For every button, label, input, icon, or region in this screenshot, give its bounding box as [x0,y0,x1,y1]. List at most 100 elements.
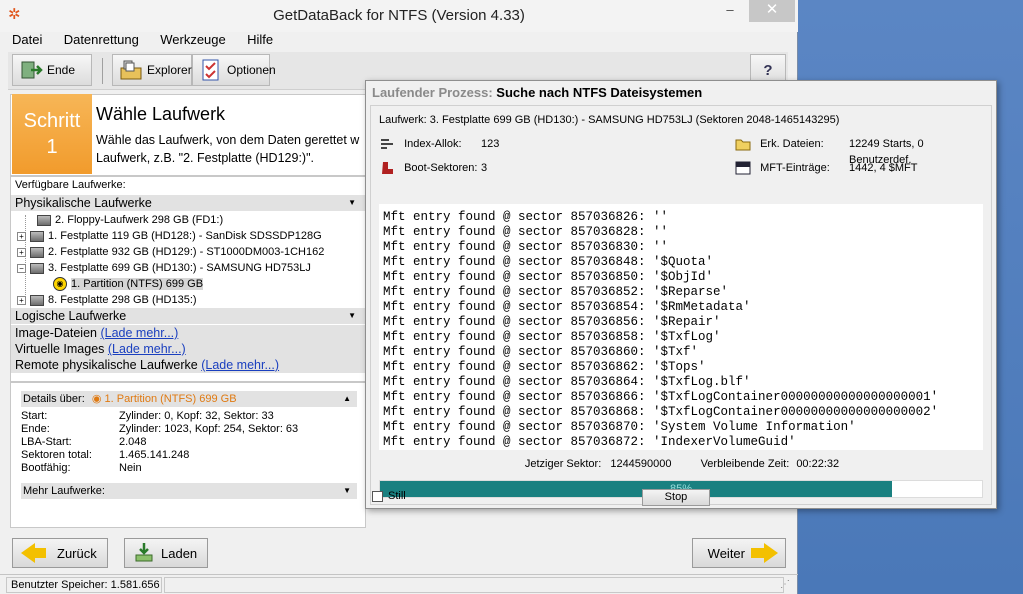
stat-mft-entries: MFT-Einträge: 1442, 4 $MFT [735,160,985,176]
load-label: Laden [161,545,198,561]
remaining-time-label: Verbleibende Zeit: [700,458,790,470]
step-number: 1 [46,136,58,158]
arrow-right-icon [751,543,778,563]
file-icon [735,161,751,175]
download-icon [133,541,155,566]
remote-drives-load-more-link[interactable]: (Lade mehr...) [201,358,279,372]
stat-found-files: Erk. Dateien: 12249 Starts, 0 Benutzerde… [735,136,985,166]
log-line: Mft entry found @ sector 857036848: '$Qu… [383,255,714,269]
expand-icon[interactable]: + [17,247,26,257]
resize-grip-icon[interactable]: ⋰ [780,579,790,590]
menu-hilfe[interactable]: Hilfe [243,32,273,47]
explorer-button[interactable]: Explorer [112,54,192,86]
arrow-left-icon [21,543,46,563]
physical-drives-header[interactable]: Physikalische Laufwerke ▼ [11,195,366,211]
step-desc-line2: Laufwerk, z.B. "2. Festplatte (HD129:)". [96,151,314,165]
exit-icon [19,58,43,82]
details-header-value: 1. Partition (NTFS) 699 GB [104,393,237,405]
memory-status: Benutzter Speicher: 1.581.656 [6,577,162,593]
tree-item-hd128[interactable]: +1. Festplatte 119 GB (HD128:) - SanDisk… [17,228,322,244]
still-label: Still [388,490,406,502]
remote-drives-label: Remote physikalische Laufwerke [15,358,198,372]
index-allok-value: 123 [481,138,500,150]
tree-item-hd130[interactable]: −3. Festplatte 699 GB (HD130:) - SAMSUNG… [17,260,311,276]
checkbox-icon[interactable] [372,490,383,502]
image-files-load-more-link[interactable]: (Lade mehr...) [100,326,178,340]
log-line: Mft entry found @ sector 857036864: '$Tx… [383,375,751,389]
image-files-row: Image-Dateien (Lade mehr...) [11,325,366,341]
details-row-sectors: Sektoren total: 1.465.141.248 [21,449,190,461]
exit-label: Ende [47,63,76,77]
log-line: Mft entry found @ sector 857036862: '$To… [383,360,706,374]
menu-datenrettung[interactable]: Datenrettung [60,32,139,47]
process-title-value: Suche nach NTFS Dateisystemen [496,85,703,100]
exit-button[interactable]: Ende [12,54,92,86]
details-row-start: Start: Zylinder: 0, Kopf: 32, Sektor: 33 [21,410,274,422]
log-line: Mft entry found @ sector 857036866: '$Tx… [383,390,939,404]
details-panel: Details über: ◉ 1. Partition (NTFS) 699 … [10,382,366,528]
process-title: Laufender Prozess: Suche nach NTFS Datei… [372,85,702,100]
step-description: Wähle das Laufwerk, von dem Daten gerett… [96,131,376,167]
close-button[interactable]: ✕ [749,0,795,22]
current-sector-value: 1244590000 [610,458,672,470]
image-files-label: Image-Dateien [15,326,97,340]
step-badge: Schritt 1 [12,94,92,174]
boot-sectors-value: 3 [481,162,488,174]
chevron-down-icon[interactable]: ▼ [343,483,351,499]
menu-datei[interactable]: Datei [8,32,42,47]
back-button[interactable]: Zurück [12,538,108,568]
log-output[interactable]: Mft entry found @ sector 857036826: '' Mf… [379,204,983,450]
minimize-button[interactable]: – [716,0,744,22]
more-drives-header[interactable]: Mehr Laufwerke: ▼ [21,483,357,499]
details-header[interactable]: Details über: ◉ 1. Partition (NTFS) 699 … [21,391,357,407]
collapse-icon[interactable]: − [17,263,26,273]
details-row-end: Ende: Zylinder: 1023, Kopf: 254, Sektor: … [21,423,299,435]
log-line: Mft entry found @ sector 857036828: '' [383,225,669,239]
current-sector-row: Jetziger Sektor: 1244590000 Verbleibende… [371,458,993,470]
log-line: Mft entry found @ sector 857036870: 'Sys… [383,420,856,434]
menu-bar: Datei Datenrettung Werkzeuge Hilfe [8,32,788,50]
log-line: Mft entry found @ sector 857036826: '' [383,210,669,224]
title-bar: ✲ GetDataBack for NTFS (Version 4.33) – … [0,0,798,32]
drive-icon [30,230,44,242]
tree-item-hd129[interactable]: +2. Festplatte 932 GB (HD129:) - ST1000D… [17,244,324,260]
drives-panel: Verfügbare Laufwerke: Physikalische Lauf… [10,176,366,382]
window-title: GetDataBack for NTFS (Version 4.33) [273,7,525,24]
virtual-images-load-more-link[interactable]: (Lade mehr...) [108,342,186,356]
index-icon [379,137,395,151]
logical-drives-header[interactable]: Logische Laufwerke ▼ [11,308,366,324]
chevron-down-icon[interactable]: ▼ [348,195,356,211]
expand-icon[interactable]: + [17,231,26,241]
process-footer: Still Stop [370,489,992,507]
partition-icon: ◉ [91,393,102,405]
details-row-lba: LBA-Start: 2.048 [21,436,147,448]
tree-item-partition[interactable]: ◉ 1. Partition (NTFS) 699 GB [53,276,204,292]
remaining-time-value: 00:22:32 [796,458,840,470]
available-drives-label: Verfügbare Laufwerke: [15,179,126,191]
drive-icon [30,294,44,306]
menu-werkzeuge[interactable]: Werkzeuge [156,32,226,47]
stop-button[interactable]: Stop [642,489,710,506]
details-row-bootable: Bootfähig: Nein [21,462,142,474]
process-title-label: Laufender Prozess: [372,85,493,100]
explorer-icon [119,58,143,82]
logical-drives-label: Logische Laufwerke [15,309,127,323]
chevron-up-icon[interactable]: ▲ [343,391,351,407]
physical-drives-label: Physikalische Laufwerke [15,196,152,210]
next-button[interactable]: Weiter [692,538,786,568]
expand-icon[interactable]: + [17,295,26,305]
drive-icon [30,246,44,258]
step-title: Wähle Laufwerk [96,104,226,124]
boot-icon [379,161,395,175]
still-checkbox[interactable]: Still [372,490,406,502]
load-button[interactable]: Laden [124,538,208,568]
process-drive: Laufwerk: 3. Festplatte 699 GB (HD130:) … [379,114,840,126]
tree-item-hd135[interactable]: +8. Festplatte 298 GB (HD135:) [17,292,197,308]
drive-icon [30,262,44,274]
current-sector-label: Jetziger Sektor: [524,458,602,470]
log-line: Mft entry found @ sector 857036872: 'Ind… [383,435,796,449]
options-button[interactable]: Optionen [192,54,276,86]
log-line: Mft entry found @ sector 857036830: '' [383,240,669,254]
tree-item-floppy[interactable]: 2. Floppy-Laufwerk 298 GB (FD1:) [37,212,223,228]
chevron-down-icon[interactable]: ▼ [348,308,356,324]
